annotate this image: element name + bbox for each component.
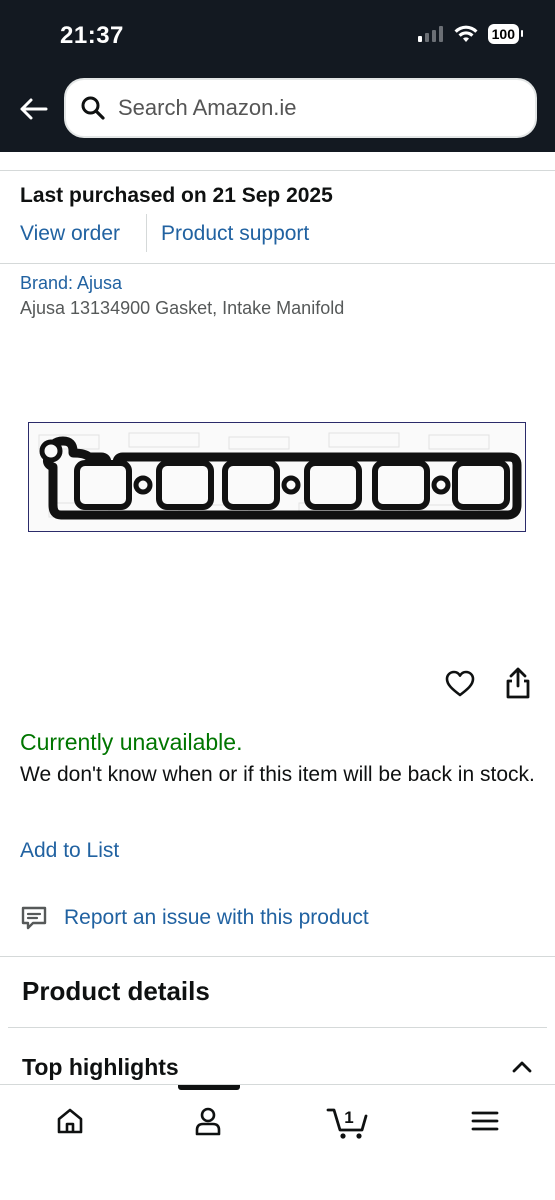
- product-image[interactable]: [28, 422, 526, 532]
- last-purchased-label: Last purchased on 21 Sep 2025: [20, 184, 333, 207]
- nav-menu[interactable]: [463, 1101, 507, 1141]
- divider: [0, 170, 555, 171]
- home-icon: [57, 1108, 83, 1134]
- wishlist-button[interactable]: [444, 668, 476, 700]
- product-details-heading: Product details: [22, 976, 210, 1006]
- search-icon: [81, 96, 105, 120]
- divider: [0, 263, 555, 264]
- add-to-list-link[interactable]: Add to List: [20, 839, 119, 863]
- availability-status: Currently unavailable.: [20, 729, 243, 755]
- wifi-icon: [454, 25, 478, 42]
- account-icon: [195, 1107, 221, 1136]
- report-issue-link[interactable]: Report an issue with this product: [20, 904, 369, 932]
- divider: [0, 956, 555, 957]
- nav-cart[interactable]: 1: [324, 1101, 372, 1141]
- battery-indicator: 100: [487, 24, 524, 44]
- product-title: Ajusa 13134900 Gasket, Intake Manifold: [20, 298, 345, 318]
- cart-icon: 1: [326, 1108, 368, 1139]
- view-order-link[interactable]: View order: [20, 222, 120, 246]
- share-button[interactable]: [503, 666, 533, 700]
- app-header: 21:37 100: [0, 0, 555, 152]
- search-input[interactable]: [118, 95, 518, 121]
- back-button[interactable]: [16, 92, 50, 126]
- share-icon: [506, 667, 530, 699]
- nav-account[interactable]: [186, 1101, 230, 1141]
- cart-count: 1: [344, 1108, 353, 1127]
- nav-home[interactable]: [48, 1101, 92, 1141]
- search-bar[interactable]: [64, 78, 537, 138]
- feedback-icon: [21, 906, 47, 930]
- divider: [8, 1027, 547, 1028]
- collapse-button[interactable]: [510, 1056, 534, 1076]
- menu-icon: [471, 1111, 499, 1131]
- active-tab-indicator: [178, 1085, 240, 1090]
- product-support-link[interactable]: Product support: [161, 222, 309, 246]
- link-separator: [146, 214, 147, 252]
- top-highlights-heading[interactable]: Top highlights: [22, 1054, 179, 1081]
- chevron-up-icon: [512, 1061, 532, 1073]
- brand-link[interactable]: Brand: Ajusa: [20, 273, 122, 294]
- heart-icon: [445, 670, 475, 697]
- signal-icon: [417, 26, 443, 42]
- status-time: 21:37: [60, 22, 124, 49]
- back-arrow-icon: [20, 98, 48, 120]
- status-icons: 100: [417, 24, 524, 44]
- report-issue-label: Report an issue with this product: [64, 906, 369, 929]
- gasket-image: [38, 432, 522, 520]
- bottom-nav: 1: [0, 1084, 555, 1200]
- availability-note: We don't know when or if this item will …: [20, 763, 535, 786]
